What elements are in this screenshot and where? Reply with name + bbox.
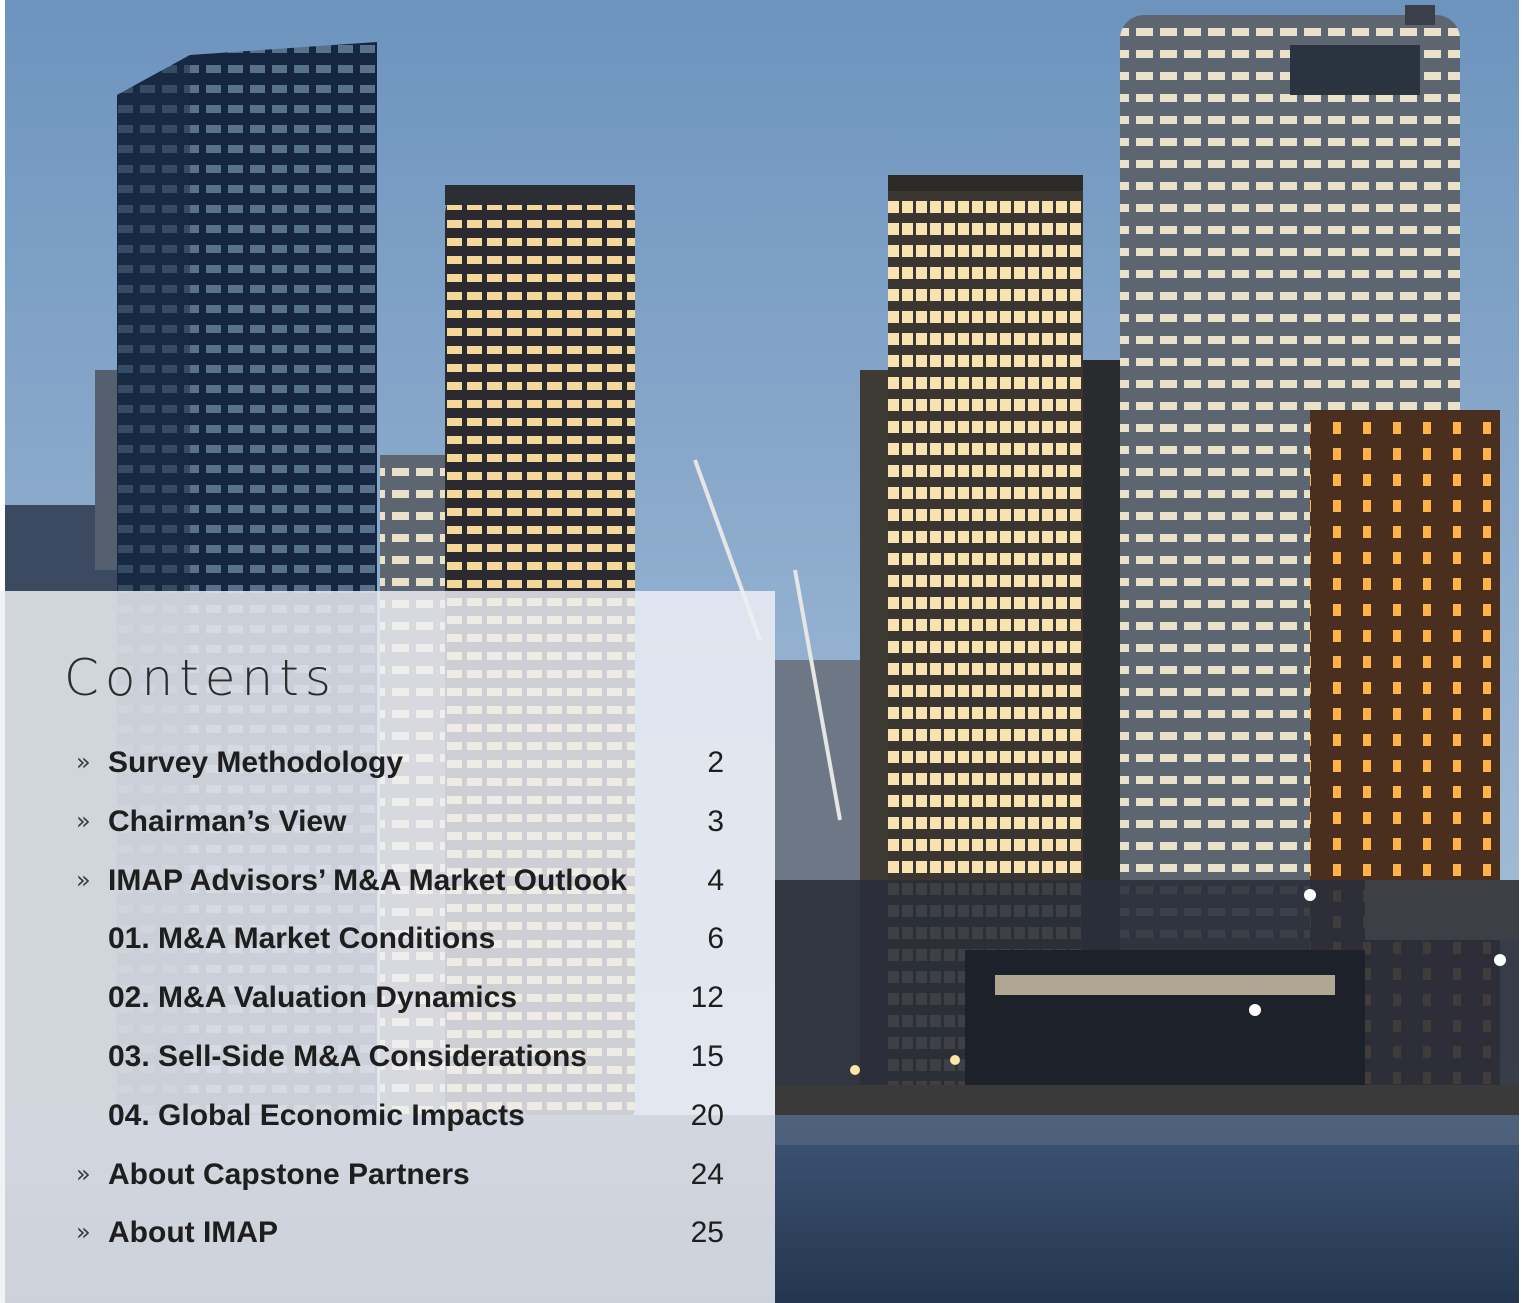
toc-item-5[interactable]: 03. Sell-Side M&A Considerations 15 — [0, 1029, 775, 1085]
toc-item-1[interactable]: » Chairman’s View 3 — [0, 794, 775, 850]
toc-item-page-number: 15 — [690, 1040, 724, 1073]
toc-item-label: IMAP Advisors’ M&A Market Outlook — [108, 863, 627, 897]
double-chevron-icon: » — [76, 1159, 91, 1188]
toc-item-4[interactable]: 02. M&A Valuation Dynamics 12 — [0, 970, 775, 1026]
toc-item-label: 04. Global Economic Impacts — [108, 1098, 525, 1132]
toc-item-label: About Capstone Partners — [108, 1157, 470, 1191]
toc-item-label: 03. Sell-Side M&A Considerations — [108, 1040, 587, 1073]
toc-item-page-number: 2 — [707, 746, 724, 779]
toc-item-page-number: 4 — [707, 863, 724, 897]
contents-page: Contents » Survey Methodology 2 » Chairm… — [0, 0, 1525, 1303]
toc-item-2[interactable]: » IMAP Advisors’ M&A Market Outlook 4 — [0, 853, 775, 909]
toc-item-page-number: 12 — [690, 981, 724, 1015]
toc-item-label: Chairman’s View — [108, 804, 347, 838]
double-chevron-icon: » — [76, 806, 91, 835]
toc-item-label: 01. M&A Market Conditions — [108, 922, 496, 956]
double-chevron-icon: » — [76, 865, 91, 894]
contents-title: Contents — [64, 649, 337, 707]
double-chevron-icon: » — [76, 1218, 91, 1247]
toc-item-0[interactable]: » Survey Methodology 2 — [0, 735, 775, 791]
toc-item-page-number: 20 — [690, 1098, 724, 1132]
toc-item-page-number: 6 — [707, 922, 724, 956]
toc-item-7[interactable]: » About Capstone Partners 24 — [0, 1147, 775, 1203]
toc-item-page-number: 25 — [690, 1216, 724, 1250]
toc-item-page-number: 24 — [690, 1157, 724, 1191]
toc-item-8[interactable]: » About IMAP 25 — [0, 1205, 775, 1261]
toc-item-label: Survey Methodology — [108, 746, 404, 779]
double-chevron-icon: » — [76, 748, 91, 776]
toc-item-3[interactable]: 01. M&A Market Conditions 6 — [0, 911, 775, 967]
toc-item-label: About IMAP — [108, 1216, 278, 1250]
toc-item-6[interactable]: 04. Global Economic Impacts 20 — [0, 1088, 775, 1144]
toc-item-label: 02. M&A Valuation Dynamics — [108, 981, 518, 1015]
toc-item-page-number: 3 — [707, 804, 724, 838]
